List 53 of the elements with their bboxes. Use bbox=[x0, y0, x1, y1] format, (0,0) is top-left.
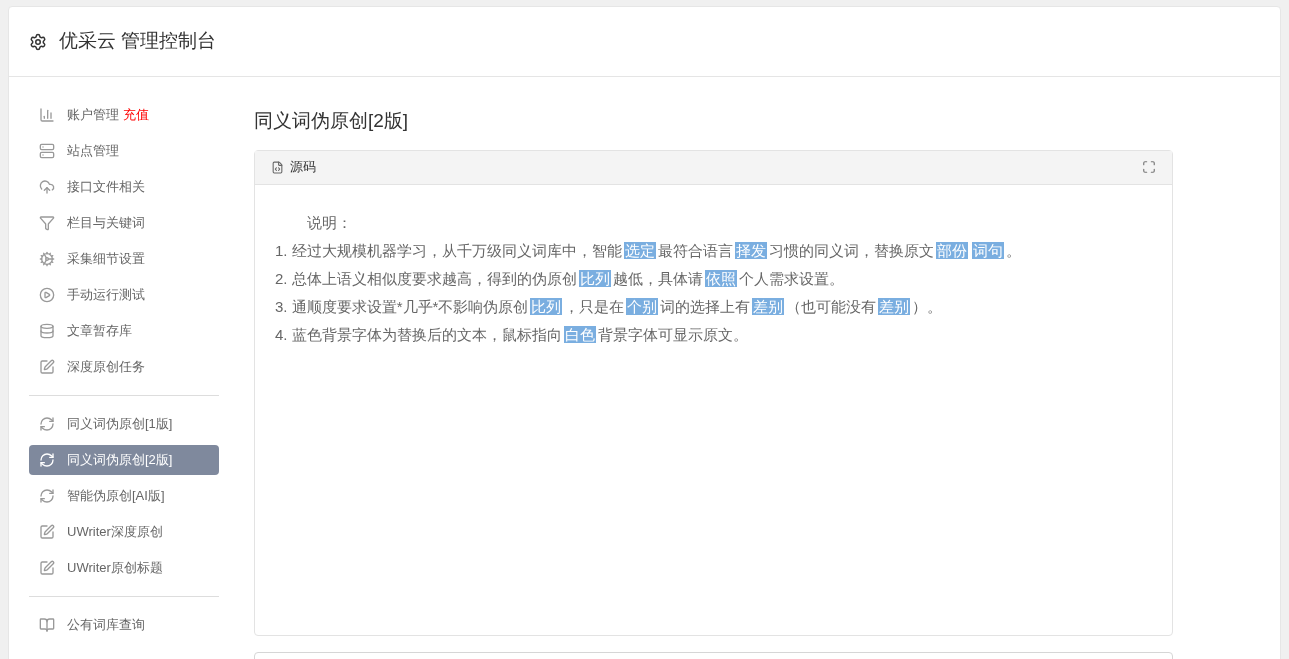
sidebar-label: 深度原创任务 bbox=[67, 358, 145, 377]
sidebar-item[interactable]: UWriter深度原创 bbox=[29, 517, 219, 547]
description-line: 1. 经过大规模机器学习，从千万级同义词库中，智能 选定 最符合语言 择发 习惯的同义词，替换原文 部份 词句 。 bbox=[275, 240, 1021, 261]
sidebar-item[interactable]: 手动运行测试 bbox=[29, 280, 219, 310]
filter-icon bbox=[39, 215, 55, 231]
sidebar-label: 公有词库查询 bbox=[67, 616, 145, 635]
sidebar-label: UWriter原创标题 bbox=[67, 559, 163, 578]
sidebar-item[interactable]: 栏目与关键词 bbox=[29, 208, 219, 238]
sidebar-item[interactable]: 智能伪原创[AI版] bbox=[29, 481, 219, 511]
sidebar-label: 同义词伪原创[1版] bbox=[67, 415, 173, 434]
sidebar-item[interactable]: 深度原创任务 bbox=[29, 352, 219, 382]
bar-chart-icon bbox=[39, 107, 55, 123]
edit-icon bbox=[39, 359, 55, 375]
source-tab[interactable]: 源码 bbox=[290, 157, 316, 177]
book-icon bbox=[39, 617, 55, 633]
description-line: 2. 总体上语义相似度要求越高，得到的伪原创 比列 越低，具体请 依照 个人需求设置。 bbox=[275, 268, 844, 289]
sidebar-label: UWriter深度原创 bbox=[67, 523, 163, 542]
sidebar-label: 手动运行测试 bbox=[67, 286, 145, 305]
edit-icon bbox=[39, 560, 55, 576]
sidebar-label: 采集细节设置 bbox=[67, 250, 145, 269]
sidebar-item[interactable]: UWriter原创标题 bbox=[29, 553, 219, 583]
sidebar-item[interactable]: 公有词库查询 bbox=[29, 610, 219, 640]
file-code-icon bbox=[271, 160, 284, 174]
sidebar-label: 文章暂存库 bbox=[67, 322, 132, 341]
sidebar-label: 同义词伪原创[2版] bbox=[67, 451, 173, 470]
sidebar-item[interactable]: 账户管理 充值 bbox=[29, 100, 219, 130]
description-line: 4. 蓝色背景字体为替换后的文本，鼠标指向 白色 背景字体可显示原文。 bbox=[275, 324, 748, 345]
fullscreen-icon[interactable] bbox=[1142, 160, 1156, 174]
sidebar-item[interactable]: 采集细节设置 bbox=[29, 244, 219, 274]
refresh-icon bbox=[39, 488, 55, 504]
play-icon bbox=[39, 287, 55, 303]
sidebar-label: 站点管理 bbox=[67, 142, 119, 161]
sidebar-label: 智能伪原创[AI版] bbox=[67, 487, 165, 506]
sidebar-item[interactable]: 站点管理 bbox=[29, 136, 219, 166]
sidebar-label: 账户管理 bbox=[67, 106, 119, 125]
edit-icon bbox=[39, 524, 55, 540]
sidebar-label: 接口文件相关 bbox=[67, 178, 145, 197]
description-heading: 说明： bbox=[306, 212, 352, 233]
sidebar-item[interactable]: 同义词伪原创[2版] bbox=[29, 445, 219, 475]
server-icon bbox=[39, 143, 55, 159]
refresh-icon bbox=[39, 416, 55, 432]
sidebar-item[interactable]: 文章暂存库 bbox=[29, 316, 219, 346]
console-title: 优采云 管理控制台 bbox=[59, 29, 217, 54]
page-title: 同义词伪原创[2版] bbox=[254, 109, 409, 133]
settings-icon bbox=[29, 32, 47, 51]
sidebar-item[interactable]: 同义词伪原创[1版] bbox=[29, 409, 219, 439]
sidebar-item[interactable]: 接口文件相关 bbox=[29, 172, 219, 202]
recharge-link[interactable]: 充值 bbox=[123, 105, 149, 125]
description-line: 3. 通顺度要求设置*几乎*不影响伪原创 比列 ，只是在 个别 词的选择上有 差别 （也可能没有 差别 ）。 bbox=[275, 296, 943, 317]
refresh-icon bbox=[39, 452, 55, 468]
cloud-upload-icon bbox=[39, 179, 55, 195]
sidebar-label: 栏目与关键词 bbox=[67, 214, 145, 233]
database-icon bbox=[39, 323, 55, 339]
